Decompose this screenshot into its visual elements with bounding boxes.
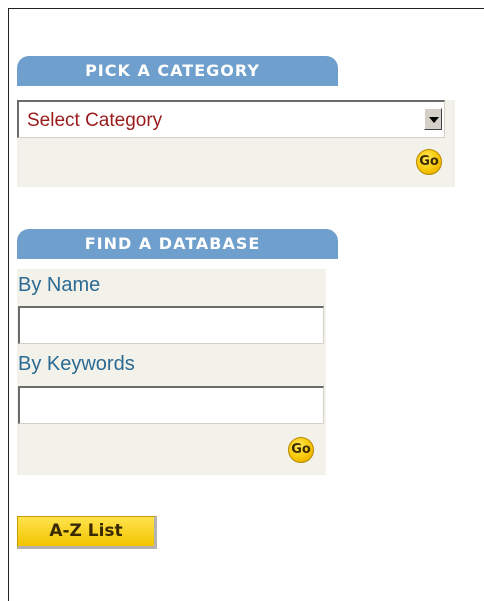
chevron-down-icon [429,117,439,123]
database-go-button[interactable]: Go [288,437,314,463]
pick-category-header: PICK A CATEGORY [17,56,338,86]
category-go-button[interactable]: Go [416,149,442,175]
dropdown-button[interactable] [424,108,442,130]
by-keywords-input[interactable] [18,386,324,424]
find-database-header: FIND A DATABASE [17,229,338,259]
by-keywords-label: By Keywords [18,353,135,375]
category-select-value: Select Category [27,110,163,131]
az-list-button[interactable]: A-Z List [17,516,157,549]
by-name-input[interactable] [18,306,324,344]
by-name-label: By Name [18,274,101,296]
category-select[interactable]: Select Category [17,100,445,138]
